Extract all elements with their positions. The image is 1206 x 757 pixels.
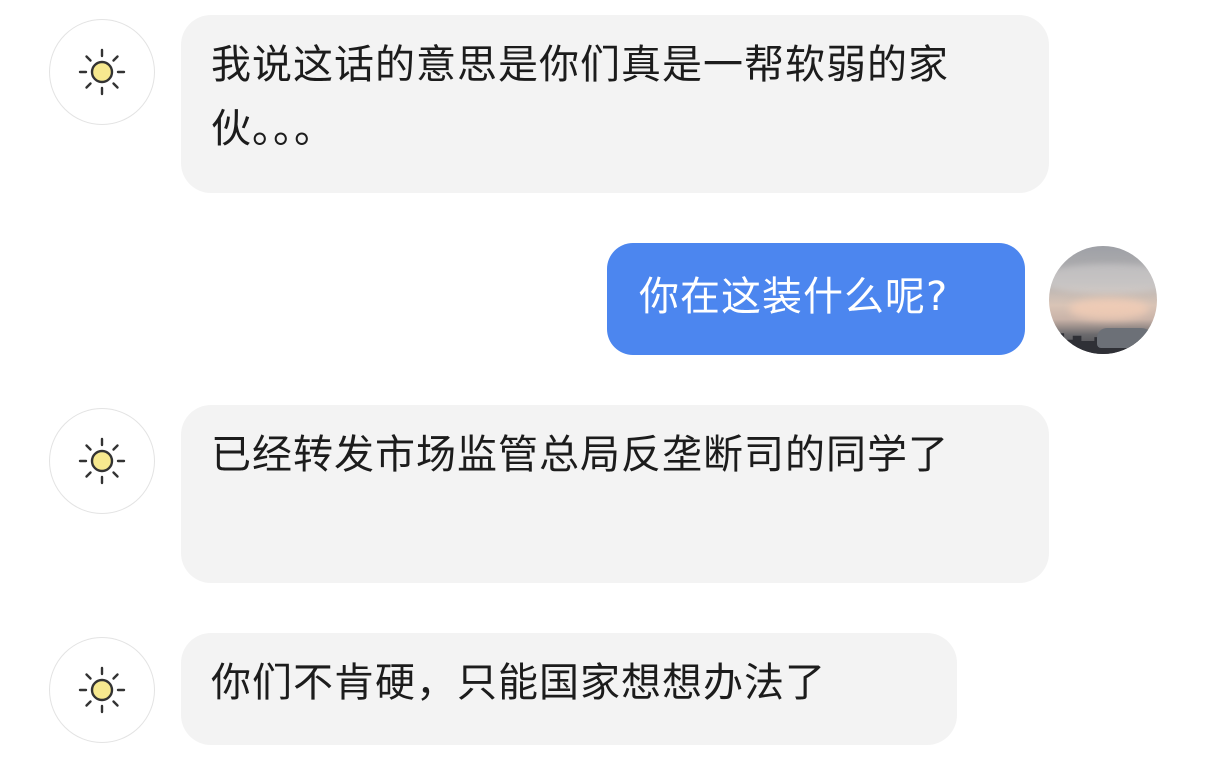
message-text: 你在这装什么呢? (639, 274, 949, 320)
assistant-message-bubble[interactable]: 我说这话的意思是你们真是一帮软弱的家伙。。。 (181, 15, 1049, 193)
message-text: 你们不肯硬，只能国家想想办法了 (211, 660, 826, 706)
message-text: 已经转发市场监管总局反垄断司的同学了 (211, 432, 949, 478)
assistant-avatar[interactable] (49, 19, 155, 125)
message-text: 我说这话的意思是你们真是一帮软弱的家伙。。。 (211, 42, 949, 152)
sun-icon (75, 663, 129, 717)
sun-icon (75, 45, 129, 99)
assistant-avatar[interactable] (49, 637, 155, 743)
assistant-avatar[interactable] (49, 408, 155, 514)
user-message-bubble[interactable]: 你在这装什么呢? (607, 243, 1025, 355)
chat-thread: 我说这话的意思是你们真是一帮软弱的家伙。。。 你在这装什么呢? 已经转发市场监管… (0, 0, 1206, 757)
assistant-message-bubble[interactable]: 你们不肯硬，只能国家想想办法了 (181, 633, 957, 745)
sun-icon (75, 434, 129, 488)
user-photo-avatar[interactable] (1049, 246, 1157, 354)
assistant-message-bubble[interactable]: 已经转发市场监管总局反垄断司的同学了 (181, 405, 1049, 583)
